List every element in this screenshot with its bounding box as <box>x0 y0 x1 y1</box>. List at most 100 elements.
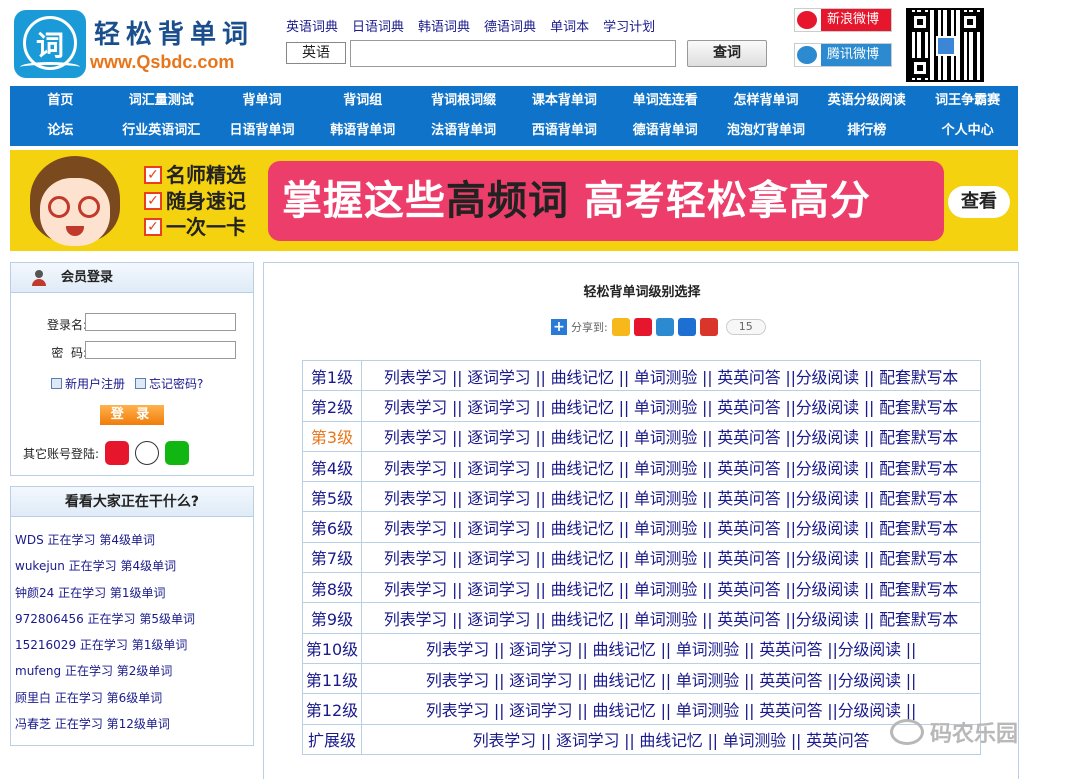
level-label[interactable]: 第6级 <box>302 511 362 543</box>
nav-memorize-phrases[interactable]: 背词组 <box>312 86 413 116</box>
level-actions[interactable]: 列表学习 || 逐词学习 || 曲线记忆 || 单词测验 || 英英问答 ||分… <box>361 602 981 634</box>
share-plus-icon[interactable]: + <box>551 319 567 335</box>
login-button[interactable]: 登 录 <box>100 405 164 425</box>
level-label[interactable]: 扩展级 <box>302 723 362 755</box>
weibo-share-icon[interactable] <box>633 318 652 336</box>
nav-leaderboard[interactable]: 排行榜 <box>816 116 917 146</box>
level-label[interactable]: 第12级 <box>302 693 362 725</box>
list-item[interactable]: 972806456 正在学习 第5级单词 <box>15 606 253 632</box>
level-actions[interactable]: 列表学习 || 逐词学习 || 曲线记忆 || 单词测验 || 英英问答 ||分… <box>361 390 981 422</box>
nav-word-king[interactable]: 词王争霸赛 <box>917 86 1018 116</box>
nav-spanish-words[interactable]: 西语背单词 <box>514 116 615 146</box>
nav-home[interactable]: 首页 <box>10 86 111 116</box>
list-item[interactable]: 顾里白 正在学习 第6级单词 <box>15 685 253 711</box>
nav-vocab-test[interactable]: 词汇量测试 <box>111 86 212 116</box>
level-label[interactable]: 第2级 <box>302 390 362 422</box>
main-nav: 首页 词汇量测试 背单词 背词组 背词根词缀 课本背单词 单词连连看 怎样背单词… <box>10 86 1018 146</box>
link-japanese-dictionary[interactable]: 日语词典 <box>352 16 404 35</box>
tencent-share-icon[interactable] <box>655 318 674 336</box>
user-icon <box>31 269 47 286</box>
link-wordbook[interactable]: 单词本 <box>550 16 589 35</box>
password-label: 密 码: <box>51 346 87 360</box>
nav-forum[interactable]: 论坛 <box>10 116 111 146</box>
banner-checklist: ✓ 名师精选 ✓ 随身速记 ✓ 一次一卡 <box>144 162 246 240</box>
nav-bubble-words[interactable]: 泡泡灯背单词 <box>716 116 817 146</box>
level-actions[interactable]: 列表学习 || 逐词学习 || 曲线记忆 || 单词测验 || 英英问答 ||分… <box>361 450 981 483</box>
level-actions[interactable]: 列表学习 || 逐词学习 || 曲线记忆 || 单词测验 || 英英问答 ||分… <box>361 541 981 574</box>
register-link[interactable]: 新用户注册 <box>51 375 125 392</box>
list-item[interactable]: 钟颜24 正在学习 第1级单词 <box>15 580 253 606</box>
weibo-login-icon[interactable] <box>105 441 130 465</box>
list-item[interactable]: mufeng 正在学习 第2级单词 <box>15 658 253 684</box>
link-korean-dictionary[interactable]: 韩语词典 <box>418 16 470 35</box>
qr-code <box>906 8 984 82</box>
nav-japanese-words[interactable]: 日语背单词 <box>212 116 313 146</box>
link-english-dictionary[interactable]: 英语词典 <box>286 16 338 35</box>
list-item[interactable]: wukejun 正在学习 第4级单词 <box>15 553 253 579</box>
table-row: 第12级 列表学习 || 逐词学习 || 曲线记忆 || 单词测验 || 英英问答… <box>302 693 981 725</box>
level-label[interactable]: 第9级 <box>302 602 362 634</box>
level-actions[interactable]: 列表学习 || 逐词学习 || 曲线记忆 || 单词测验 || 英英问答 ||分… <box>361 632 981 664</box>
qq-login-icon[interactable] <box>135 441 160 465</box>
nav-roots-affixes[interactable]: 背词根词缀 <box>413 86 514 116</box>
level-actions[interactable]: 列表学习 || 逐词学习 || 曲线记忆 || 单词测验 || 英英问答 ||分… <box>361 572 981 604</box>
wechat-login-icon[interactable] <box>165 441 190 465</box>
forgot-label: 忘记密码? <box>149 377 204 391</box>
dictionary-links: 英语词典 日语词典 韩语词典 德语词典 单词本 学习计划 <box>286 16 655 35</box>
site-logo[interactable]: 词 <box>14 10 86 78</box>
password-input[interactable] <box>85 341 236 359</box>
renren-share-icon[interactable] <box>677 318 696 336</box>
list-item[interactable]: 15216029 正在学习 第1级单词 <box>15 632 253 658</box>
level-actions[interactable]: 列表学习 || 逐词学习 || 曲线记忆 || 单词测验 || 英英问答 ||分… <box>361 481 981 513</box>
tencent-weibo-button[interactable]: 腾讯微博 <box>794 43 892 67</box>
checkbox-icon: ✓ <box>144 218 162 236</box>
nav-korean-words[interactable]: 韩语背单词 <box>312 116 413 146</box>
banner-view-button[interactable]: 查看 <box>948 186 1010 218</box>
table-row: 第7级 列表学习 || 逐词学习 || 曲线记忆 || 单词测验 || 英英问答 … <box>302 541 981 574</box>
nav-word-match[interactable]: 单词连连看 <box>615 86 716 116</box>
search-button[interactable]: 查词 <box>687 40 767 67</box>
table-row: 扩展级 列表学习 || 逐词学习 || 曲线记忆 || 单词测验 || 英英问答 <box>302 723 981 755</box>
level-actions[interactable]: 列表学习 || 逐词学习 || 曲线记忆 || 单词测验 || 英英问答 ||分… <box>361 662 981 695</box>
link-german-dictionary[interactable]: 德语词典 <box>484 16 536 35</box>
nav-user-center[interactable]: 个人中心 <box>917 116 1018 146</box>
username-input[interactable] <box>85 313 236 331</box>
qzone-share-icon[interactable] <box>611 318 630 336</box>
level-label-current[interactable]: 第3级 <box>302 420 362 452</box>
level-label[interactable]: 第4级 <box>302 450 362 483</box>
check-item: 名师精选 <box>166 163 246 187</box>
level-label[interactable]: 第7级 <box>302 541 362 574</box>
list-item[interactable]: WDS 正在学习 第4级单词 <box>15 527 253 553</box>
more-share-icon[interactable] <box>699 318 718 336</box>
level-label[interactable]: 第10级 <box>302 632 362 664</box>
level-actions[interactable]: 列表学习 || 逐词学习 || 曲线记忆 || 单词测验 || 英英问答 ||分… <box>361 359 981 392</box>
tencent-weibo-icon <box>797 46 817 64</box>
list-item[interactable]: 冯春芝 正在学习 第12级单词 <box>15 711 253 737</box>
nav-textbook-words[interactable]: 课本背单词 <box>514 86 615 116</box>
level-label[interactable]: 第1级 <box>302 359 362 392</box>
nav-how-to-memorize[interactable]: 怎样背单词 <box>716 86 817 116</box>
level-label[interactable]: 第8级 <box>302 572 362 604</box>
level-actions[interactable]: 列表学习 || 逐词学习 || 曲线记忆 || 单词测验 || 英英问答 <box>361 723 981 755</box>
sina-weibo-button[interactable]: 新浪微博 <box>794 8 892 32</box>
promo-banner[interactable]: ✓ 名师精选 ✓ 随身速记 ✓ 一次一卡 掌握这些高频词 高考轻松拿高分 查看 <box>10 150 1018 251</box>
level-actions[interactable]: 列表学习 || 逐词学习 || 曲线记忆 || 单词测验 || 英英问答 ||分… <box>361 693 981 725</box>
level-label[interactable]: 第11级 <box>302 662 362 695</box>
nav-french-words[interactable]: 法语背单词 <box>413 116 514 146</box>
table-row: 第1级 列表学习 || 逐词学习 || 曲线记忆 || 单词测验 || 英英问答 … <box>302 359 981 392</box>
slogan-part: 掌握这些 <box>282 178 446 224</box>
page-title: 轻松背单词级别选择 <box>583 285 701 300</box>
level-actions[interactable]: 列表学习 || 逐词学习 || 曲线记忆 || 单词测验 || 英英问答 ||分… <box>361 511 981 543</box>
nav-memorize-words[interactable]: 背单词 <box>212 86 313 116</box>
level-actions[interactable]: 列表学习 || 逐词学习 || 曲线记忆 || 单词测验 || 英英问答 ||分… <box>361 420 981 452</box>
nav-industry-vocab[interactable]: 行业英语词汇 <box>111 116 212 146</box>
level-label[interactable]: 第5级 <box>302 481 362 513</box>
other-login-label: 其它账号登陆: <box>23 446 100 461</box>
nav-graded-reading[interactable]: 英语分级阅读 <box>816 86 917 116</box>
language-select[interactable]: 英语 <box>286 42 346 64</box>
forgot-password-link[interactable]: 忘记密码? <box>135 375 203 392</box>
nav-german-words[interactable]: 德语背单词 <box>615 116 716 146</box>
table-row: 第9级 列表学习 || 逐词学习 || 曲线记忆 || 单词测验 || 英英问答 … <box>302 602 981 634</box>
link-study-plan[interactable]: 学习计划 <box>603 16 655 35</box>
search-input[interactable] <box>350 40 676 67</box>
